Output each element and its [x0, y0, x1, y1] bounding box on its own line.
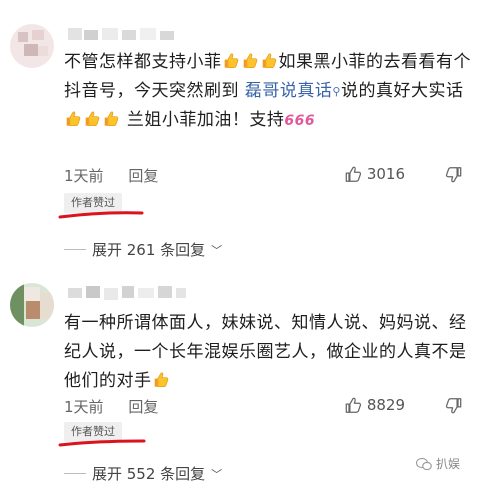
emoji-666: 666: [284, 113, 316, 129]
comment-meta: 1天前 回复: [64, 165, 178, 186]
reply-button[interactable]: 回复: [128, 398, 158, 416]
thumbs-up-emoji-icon: [260, 51, 278, 70]
like-button[interactable]: 8829: [344, 396, 405, 414]
thumbs-up-icon: [345, 166, 361, 182]
like-count: 3016: [366, 165, 405, 183]
thumbs-down-icon[interactable]: [444, 166, 463, 184]
expand-replies-button[interactable]: 展开 261 条回复 ﹀: [64, 239, 222, 260]
watermark: 扒娱: [416, 455, 460, 472]
watermark-text: 扒娱: [436, 457, 461, 471]
comment-text: 有一种所谓体面人，妹妹说、知情人说、妈妈说、经纪人说，一个长年混娱乐圈艺人，做企…: [64, 313, 467, 391]
chevron-down-icon: ﹀: [211, 467, 223, 481]
username[interactable]: [68, 286, 188, 302]
avatar[interactable]: [10, 283, 54, 327]
avatar[interactable]: [10, 24, 54, 68]
thumbs-up-emoji-icon: [152, 370, 170, 389]
comment-text: 不管怎样都支持小菲 如果黑小菲的去看看有个抖音号，今天突然刷到 磊哥说真话⚲说的真…: [64, 51, 471, 130]
timestamp: 1天前: [64, 167, 104, 185]
chevron-down-icon: ﹀: [211, 243, 223, 257]
thumbs-down-icon[interactable]: [444, 397, 463, 415]
thumbs-up-emoji-icon: [241, 51, 259, 70]
like-button[interactable]: 3016: [344, 165, 405, 183]
red-underline-annotation: [58, 211, 144, 219]
red-underline-annotation: [58, 439, 146, 447]
divider: [64, 249, 86, 250]
expand-replies-label: 展开 261 条回复: [92, 241, 206, 259]
search-link[interactable]: 磊哥说真话⚲: [245, 81, 341, 101]
thumbs-up-emoji-icon: [102, 109, 120, 128]
thumbs-up-emoji-icon: [222, 51, 240, 70]
divider: [64, 473, 86, 474]
expand-replies-label: 展开 552 条回复: [92, 465, 206, 483]
comment-meta: 1天前 回复: [64, 396, 178, 417]
username[interactable]: [68, 28, 178, 42]
expand-replies-button[interactable]: 展开 552 条回复 ﹀: [64, 463, 222, 484]
reply-button[interactable]: 回复: [128, 167, 158, 185]
like-count: 8829: [366, 396, 405, 414]
thumbs-up-icon: [345, 397, 361, 413]
search-icon: ⚲: [332, 85, 341, 98]
thumbs-up-emoji-icon: [83, 109, 101, 128]
timestamp: 1天前: [64, 398, 104, 416]
thumbs-up-emoji-icon: [64, 109, 82, 128]
wechat-logo-icon: [416, 457, 432, 470]
